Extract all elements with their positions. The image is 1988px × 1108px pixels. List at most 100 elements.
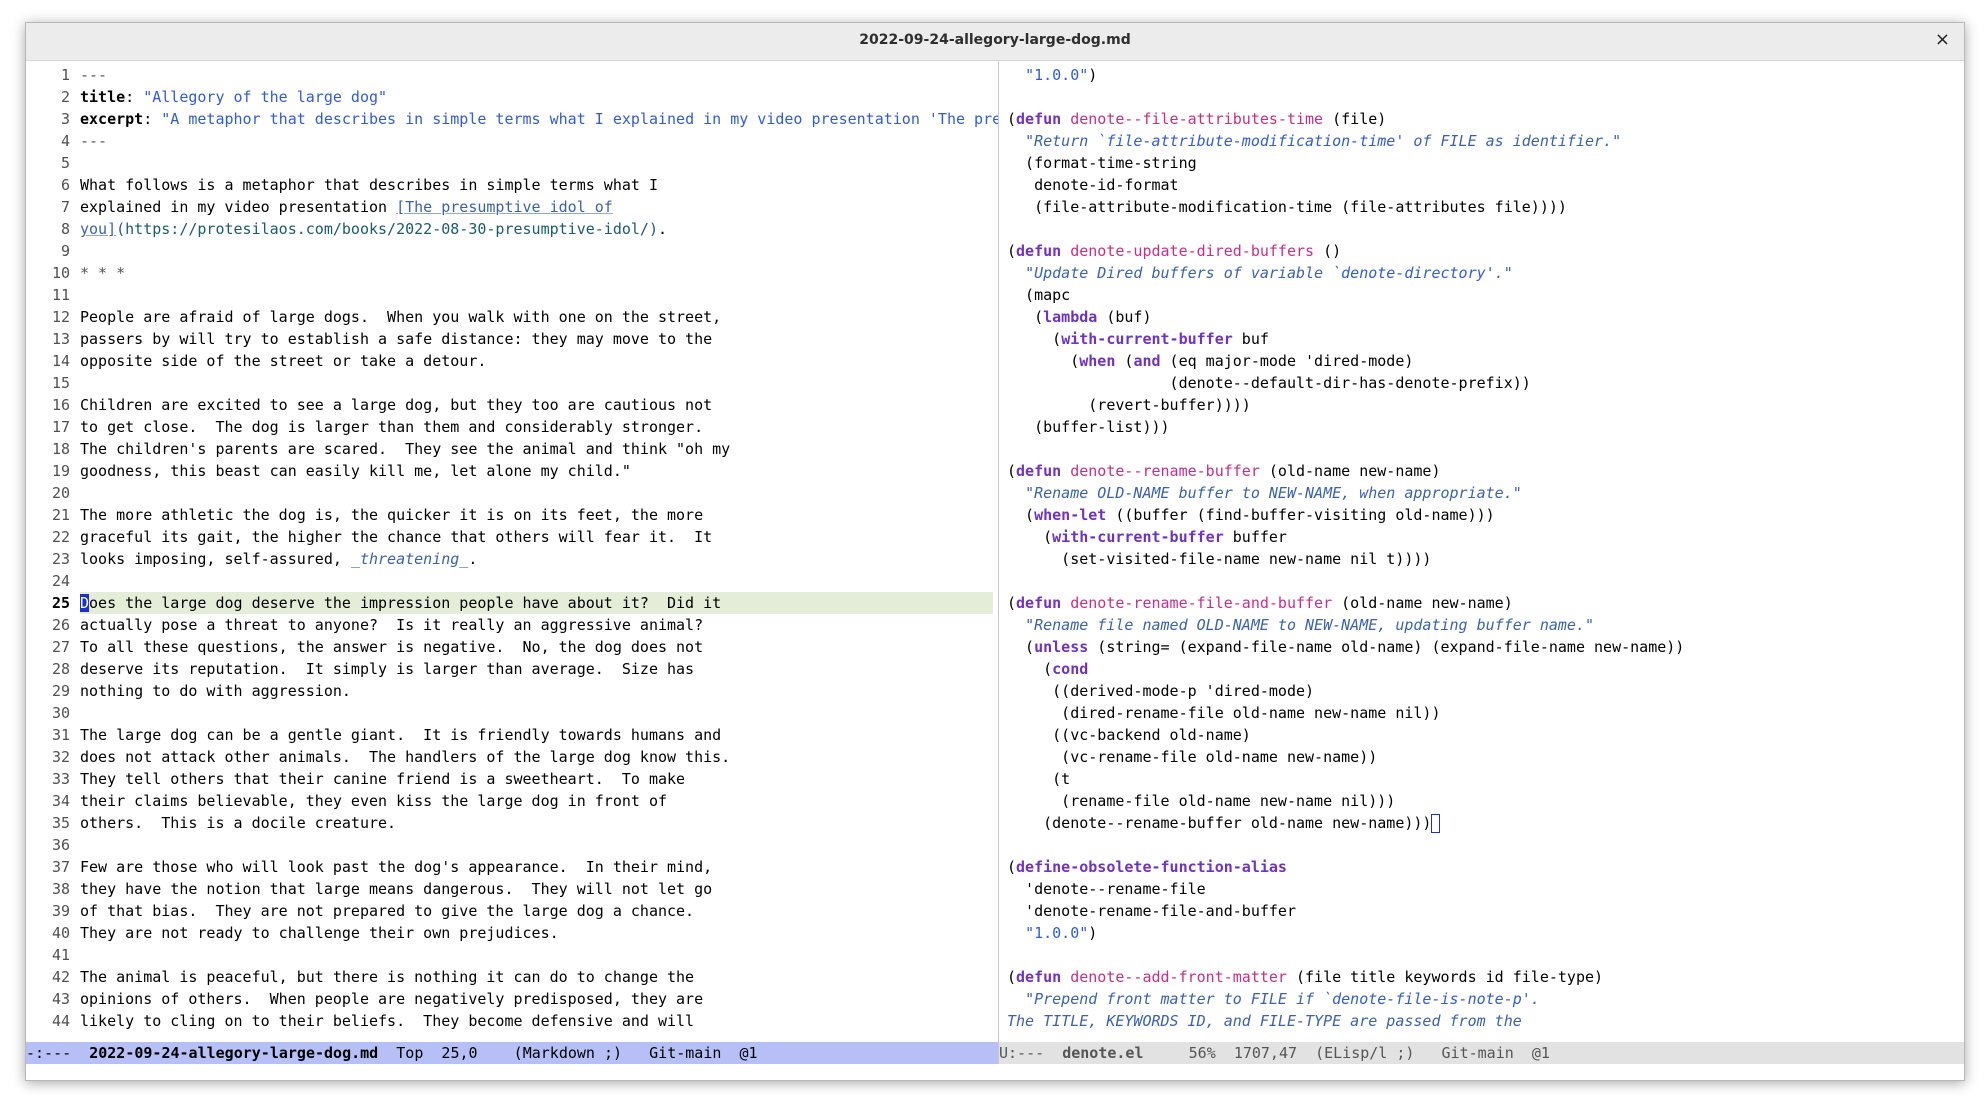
text-line[interactable]: 7 explained in my video presentation [The… — [26, 196, 998, 218]
line-text[interactable]: To all these questions, the answer is ne… — [80, 636, 703, 658]
line-text[interactable]: Children are excited to see a large dog,… — [80, 394, 712, 416]
echo-area[interactable] — [26, 1064, 1964, 1080]
text-line[interactable]: 20 — [26, 482, 998, 504]
code-line[interactable] — [999, 218, 1964, 240]
line-text[interactable]: What follows is a metaphor that describe… — [80, 174, 658, 196]
code-line[interactable]: (mapc — [999, 284, 1964, 306]
code-line[interactable]: 'denote--rename-file — [999, 878, 1964, 900]
code-line[interactable]: (denote--default-dir-has-denote-prefix)) — [999, 372, 1964, 394]
text-line[interactable]: 33 They tell others that their canine fri… — [26, 768, 998, 790]
line-text[interactable]: People are afraid of large dogs. When yo… — [80, 306, 721, 328]
code-line[interactable]: "Prepend front matter to FILE if `denote… — [999, 988, 1964, 1010]
code-line[interactable]: (unless (string= (expand-file-name old-n… — [999, 636, 1964, 658]
line-text[interactable]: others. This is a docile creature. — [80, 812, 396, 834]
code-line[interactable]: denote-id-format — [999, 174, 1964, 196]
line-text[interactable]: passers by will try to establish a safe … — [80, 328, 712, 350]
line-text[interactable]: opinions of others. When people are nega… — [80, 988, 703, 1010]
modeline-left[interactable]: -:--- 2022-09-24-allegory-large-dog.md T… — [26, 1042, 998, 1064]
code-line[interactable]: (defun denote--file-attributes-time (fil… — [999, 108, 1964, 130]
line-text[interactable]: * * * — [80, 262, 125, 284]
modeline-vc[interactable]: Git-main — [649, 1044, 721, 1062]
text-line[interactable]: 41 — [26, 944, 998, 966]
line-text[interactable]: explained in my video presentation [The … — [80, 196, 613, 218]
code-line[interactable]: (with-current-buffer buf — [999, 328, 1964, 350]
code-line[interactable] — [999, 834, 1964, 856]
code-line[interactable]: (vc-rename-file old-name new-name)) — [999, 746, 1964, 768]
code-line[interactable]: "1.0.0") — [999, 922, 1964, 944]
text-line[interactable]: 22 graceful its gait, the higher the chan… — [26, 526, 998, 548]
code-line[interactable]: "Update Dired buffers of variable `denot… — [999, 262, 1964, 284]
text-line[interactable]: 6 What follows is a metaphor that describ… — [26, 174, 998, 196]
code-line[interactable]: (defun denote--add-front-matter (file ti… — [999, 966, 1964, 988]
markdown-text-area[interactable]: 1 --- 2 title: "Allegory of the large dog" 3… — [26, 64, 998, 1032]
elisp-buffer-pane[interactable]: "1.0.0") (defun denote--file-attributes-t… — [999, 61, 1964, 1041]
text-line[interactable]: 42 The animal is peaceful, but there is n… — [26, 966, 998, 988]
line-text[interactable]: title: "Allegory of the large dog" — [80, 86, 387, 108]
code-line[interactable]: "Rename OLD-NAME buffer to NEW-NAME, whe… — [999, 482, 1964, 504]
line-text[interactable]: excerpt: "A metaphor that describes in s… — [80, 108, 998, 130]
line-text[interactable]: The large dog can be a gentle giant. It … — [80, 724, 721, 746]
text-line[interactable]: 39 of that bias. They are not prepared to… — [26, 900, 998, 922]
text-line[interactable]: 21 The more athletic the dog is, the quic… — [26, 504, 998, 526]
code-line[interactable]: (revert-buffer)))) — [999, 394, 1964, 416]
text-line[interactable]: 37 Few are those who will look past the d… — [26, 856, 998, 878]
text-line[interactable]: 26 actually pose a threat to anyone? Is i… — [26, 614, 998, 636]
code-line[interactable]: "Return `file-attribute-modification-tim… — [999, 130, 1964, 152]
text-line[interactable]: 30 — [26, 702, 998, 724]
line-text[interactable]: looks imposing, self-assured, _threateni… — [80, 548, 477, 570]
line-text[interactable]: The children's parents are scared. They … — [80, 438, 730, 460]
code-line[interactable]: (defun denote-update-dired-buffers () — [999, 240, 1964, 262]
code-line[interactable]: (defun denote-rename-file-and-buffer (ol… — [999, 592, 1964, 614]
modeline-vc[interactable]: Git-main — [1442, 1044, 1514, 1062]
modeline-buffer-name[interactable]: 2022-09-24-allegory-large-dog.md — [89, 1044, 378, 1062]
code-line[interactable]: (format-time-string — [999, 152, 1964, 174]
code-line[interactable]: "1.0.0") — [999, 64, 1964, 86]
text-line[interactable]: 14 opposite side of the street or take a … — [26, 350, 998, 372]
text-line[interactable]: 1 --- — [26, 64, 998, 86]
line-text[interactable]: graceful its gait, the higher the chance… — [80, 526, 712, 548]
line-text[interactable]: opposite side of the street or take a de… — [80, 350, 486, 372]
line-text[interactable]: deserve its reputation. It simply is lar… — [80, 658, 694, 680]
line-text[interactable]: likely to cling on to their beliefs. The… — [80, 1010, 694, 1032]
text-line[interactable]: 17 to get close. The dog is larger than t… — [26, 416, 998, 438]
code-line[interactable]: (lambda (buf) — [999, 306, 1964, 328]
text-line[interactable]: 8 you](https://protesilaos.com/books/2022… — [26, 218, 998, 240]
code-line[interactable] — [999, 944, 1964, 966]
text-line[interactable]: 15 — [26, 372, 998, 394]
text-line[interactable]: 40 They are not ready to challenge their … — [26, 922, 998, 944]
text-line[interactable]: 18 The children's parents are scared. The… — [26, 438, 998, 460]
text-line[interactable]: 35 others. This is a docile creature. — [26, 812, 998, 834]
line-text[interactable]: their claims believable, they even kiss … — [80, 790, 667, 812]
text-line[interactable]: 3 excerpt: "A metaphor that describes in … — [26, 108, 998, 130]
line-text[interactable]: they have the notion that large means da… — [80, 878, 712, 900]
markdown-buffer-pane[interactable]: 1 --- 2 title: "Allegory of the large dog" 3… — [26, 61, 998, 1041]
line-text[interactable]: --- — [80, 64, 107, 86]
code-line[interactable]: (when (and (eq major-mode 'dired-mode) — [999, 350, 1964, 372]
line-text[interactable]: you](https://protesilaos.com/books/2022-… — [80, 218, 667, 240]
code-line[interactable]: (file-attribute-modification-time (file-… — [999, 196, 1964, 218]
code-line[interactable]: 'denote-rename-file-and-buffer — [999, 900, 1964, 922]
line-text[interactable]: to get close. The dog is larger than the… — [80, 416, 703, 438]
close-icon[interactable]: × — [1935, 29, 1950, 50]
code-line[interactable]: ((vc-backend old-name) — [999, 724, 1964, 746]
text-line[interactable]: 29 nothing to do with aggression. — [26, 680, 998, 702]
line-text[interactable]: Few are those who will look past the dog… — [80, 856, 712, 878]
modeline-major-mode[interactable]: (Markdown ;) — [514, 1044, 622, 1062]
line-text[interactable]: of that bias. They are not prepared to g… — [80, 900, 694, 922]
code-line[interactable]: (t — [999, 768, 1964, 790]
text-line[interactable]: 2 title: "Allegory of the large dog" — [26, 86, 998, 108]
line-text[interactable]: does not attack other animals. The handl… — [80, 746, 730, 768]
code-line[interactable]: (buffer-list))) — [999, 416, 1964, 438]
line-text[interactable]: The more athletic the dog is, the quicke… — [80, 504, 703, 526]
text-line[interactable]: 38 they have the notion that large means … — [26, 878, 998, 900]
code-line[interactable] — [999, 570, 1964, 592]
line-text[interactable]: --- — [80, 130, 107, 152]
text-line[interactable]: 13 passers by will try to establish a saf… — [26, 328, 998, 350]
text-line[interactable]: 44 likely to cling on to their beliefs. T… — [26, 1010, 998, 1032]
text-line[interactable]: 43 opinions of others. When people are ne… — [26, 988, 998, 1010]
text-line[interactable]: 10 * * * — [26, 262, 998, 284]
text-line[interactable]: 25 Does the large dog deserve the impress… — [26, 592, 998, 614]
text-line[interactable]: 19 goodness, this beast can easily kill m… — [26, 460, 998, 482]
code-line[interactable]: (set-visited-file-name new-name nil t)))… — [999, 548, 1964, 570]
text-line[interactable]: 16 Children are excited to see a large do… — [26, 394, 998, 416]
